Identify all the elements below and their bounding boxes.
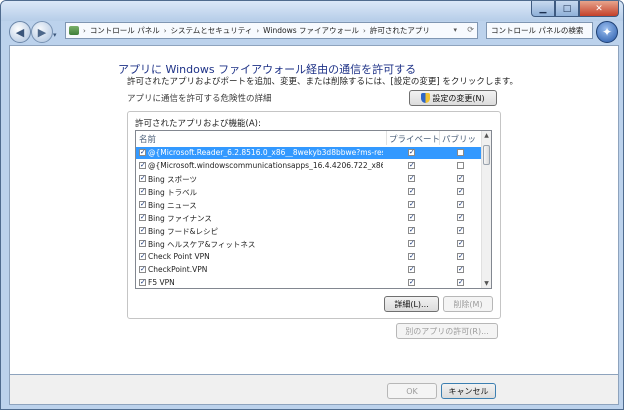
app-name: @{Microsoft.windowscommunicationsapps_16…	[148, 161, 383, 170]
address-dropdown-icon[interactable]: ▾	[453, 26, 457, 34]
private-checkbox[interactable]: ✓	[408, 162, 415, 169]
chevron-right-icon[interactable]: ›	[83, 27, 86, 35]
risk-details-link[interactable]: アプリに通信を許可する危険性の詳細	[127, 92, 272, 104]
public-checkbox[interactable]: ✓	[457, 266, 464, 273]
enabled-checkbox[interactable]: ✓	[139, 201, 146, 208]
public-checkbox[interactable]	[457, 162, 464, 169]
app-name: Bing ヘルスケア&フィットネス	[148, 240, 256, 249]
forward-arrow-icon: ▶	[37, 25, 47, 39]
scroll-thumb[interactable]	[483, 145, 490, 165]
change-settings-label: 設定の変更(N)	[432, 93, 485, 103]
enabled-checkbox[interactable]: ✓	[139, 240, 146, 247]
app-name: Bing トラベル	[148, 188, 198, 197]
private-checkbox[interactable]: ✓	[408, 175, 415, 182]
firewall-allowed-apps-window: ▁ □ ✕ ◀ ▶ ▾ › コントロール パネル › システムとセキュリティ ›…	[0, 0, 624, 410]
enabled-checkbox[interactable]: ✓	[139, 175, 146, 182]
private-checkbox[interactable]: ✓	[408, 266, 415, 273]
uac-shield-icon	[421, 93, 431, 103]
breadcrumb-allowed-apps[interactable]: 許可されたアプリ	[370, 25, 430, 36]
change-settings-button[interactable]: 設定の変更(N)	[409, 90, 497, 106]
list-item[interactable]: ✓ Bing ファイナンス ✓ ✓	[136, 212, 482, 224]
enabled-checkbox[interactable]: ✓	[139, 149, 146, 156]
private-checkbox[interactable]: ✓	[408, 149, 415, 156]
private-checkbox[interactable]: ✓	[408, 214, 415, 221]
public-checkbox[interactable]: ✓	[457, 188, 464, 195]
page-description: 許可されたアプリおよびポートを追加、変更、または削除するには、[設定の変更] を…	[127, 77, 518, 87]
list-item[interactable]: ✓ Bing スポーツ ✓ ✓	[136, 173, 482, 185]
ok-button[interactable]: OK	[387, 383, 437, 399]
control-panel-icon	[69, 26, 79, 35]
enabled-checkbox[interactable]: ✓	[139, 188, 146, 195]
private-checkbox[interactable]: ✓	[408, 227, 415, 234]
public-checkbox[interactable]: ✓	[457, 175, 464, 182]
app-name: Bing フード&レシピ	[148, 227, 218, 236]
chevron-right-icon[interactable]: ›	[164, 27, 167, 35]
dialog-footer	[9, 375, 619, 405]
app-name: CheckPoint.VPN	[148, 265, 208, 274]
public-checkbox[interactable]	[457, 149, 464, 156]
search-input[interactable]: コントロール パネルの検索	[486, 22, 593, 39]
back-arrow-icon: ◀	[15, 25, 25, 39]
list-item[interactable]: ✓ @{Microsoft.Reader_6.2.8516.0_x86__8wek…	[136, 147, 482, 159]
scroll-down-icon[interactable]: ▼	[482, 279, 491, 288]
breadcrumb-system-security[interactable]: システムとセキュリティ	[171, 25, 253, 36]
public-checkbox[interactable]: ✓	[457, 253, 464, 260]
private-checkbox[interactable]: ✓	[408, 188, 415, 195]
public-checkbox[interactable]: ✓	[457, 214, 464, 221]
public-checkbox[interactable]: ✓	[457, 227, 464, 234]
list-item[interactable]: ✓ Bing ヘルスケア&フィットネス ✓ ✓	[136, 238, 482, 250]
public-checkbox[interactable]: ✓	[457, 201, 464, 208]
back-button[interactable]: ◀	[9, 21, 31, 43]
list-item[interactable]: ✓ Bing トラベル ✓ ✓	[136, 186, 482, 198]
enabled-checkbox[interactable]: ✓	[139, 227, 146, 234]
app-name: Check Point VPN	[148, 252, 210, 261]
enabled-checkbox[interactable]: ✓	[139, 162, 146, 169]
enabled-checkbox[interactable]: ✓	[139, 253, 146, 260]
details-button[interactable]: 詳細(L)...	[384, 296, 439, 312]
enabled-checkbox[interactable]: ✓	[139, 279, 146, 286]
breadcrumb-windows-firewall[interactable]: Windows ファイアウォール	[263, 25, 359, 36]
column-divider[interactable]	[439, 131, 440, 145]
list-item[interactable]: ✓ Bing ニュース ✓ ✓	[136, 199, 482, 211]
enabled-checkbox[interactable]: ✓	[139, 266, 146, 273]
app-name: @{Microsoft.Reader_6.2.8516.0_x86__8weky…	[148, 148, 383, 157]
column-divider[interactable]	[386, 131, 387, 145]
allow-another-app-button[interactable]: 別のアプリの許可(R)...	[396, 323, 498, 339]
public-checkbox[interactable]: ✓	[457, 279, 464, 286]
private-checkbox[interactable]: ✓	[408, 240, 415, 247]
private-checkbox[interactable]: ✓	[408, 279, 415, 286]
app-name: Bing ファイナンス	[148, 214, 212, 223]
list-item[interactable]: ✓ Bing フード&レシピ ✓ ✓	[136, 225, 482, 237]
allowed-apps-group-label: 許可されたアプリおよび機能(A):	[135, 119, 261, 129]
chevron-right-icon[interactable]: ›	[256, 27, 259, 35]
chevron-right-icon[interactable]: ›	[363, 27, 366, 35]
column-header-private[interactable]: プライベート	[389, 133, 440, 145]
list-item[interactable]: ✓ Check Point VPN ✓ ✓	[136, 251, 482, 263]
refresh-icon[interactable]: ⟳	[467, 25, 474, 34]
list-item[interactable]: ✓ @{Microsoft.windowscommunicationsapps_1…	[136, 160, 482, 172]
app-name: Bing ニュース	[148, 201, 197, 210]
allowed-apps-list[interactable]: 名前 プライベート パブリック ✓@{Microsoft.Reader_6.2.…	[135, 130, 492, 289]
private-checkbox[interactable]: ✓	[408, 201, 415, 208]
private-checkbox[interactable]: ✓	[408, 253, 415, 260]
column-header-name[interactable]: 名前	[139, 133, 156, 145]
forward-button[interactable]: ▶	[31, 21, 53, 43]
breadcrumb-control-panel[interactable]: コントロール パネル	[90, 25, 160, 36]
enabled-checkbox[interactable]: ✓	[139, 214, 146, 221]
list-header: 名前 プライベート パブリック	[136, 131, 482, 157]
list-scrollbar[interactable]: ▲ ▼	[481, 131, 491, 288]
app-name: F5 VPN	[148, 278, 175, 287]
recent-pages-dropdown[interactable]: ▾	[53, 31, 57, 39]
public-checkbox[interactable]: ✓	[457, 240, 464, 247]
list-item[interactable]: ✓ F5 VPN ✓ ✓	[136, 277, 482, 288]
list-item[interactable]: ✓ CheckPoint.VPN ✓ ✓	[136, 264, 482, 276]
cancel-button[interactable]: キャンセル	[441, 383, 496, 399]
help-orb-icon[interactable]: ✦	[596, 21, 618, 43]
app-name: Bing スポーツ	[148, 175, 197, 184]
address-bar[interactable]: › コントロール パネル › システムとセキュリティ › Windows ファイ…	[65, 22, 478, 39]
scroll-up-icon[interactable]: ▲	[482, 131, 491, 140]
remove-button[interactable]: 削除(M)	[443, 296, 493, 312]
